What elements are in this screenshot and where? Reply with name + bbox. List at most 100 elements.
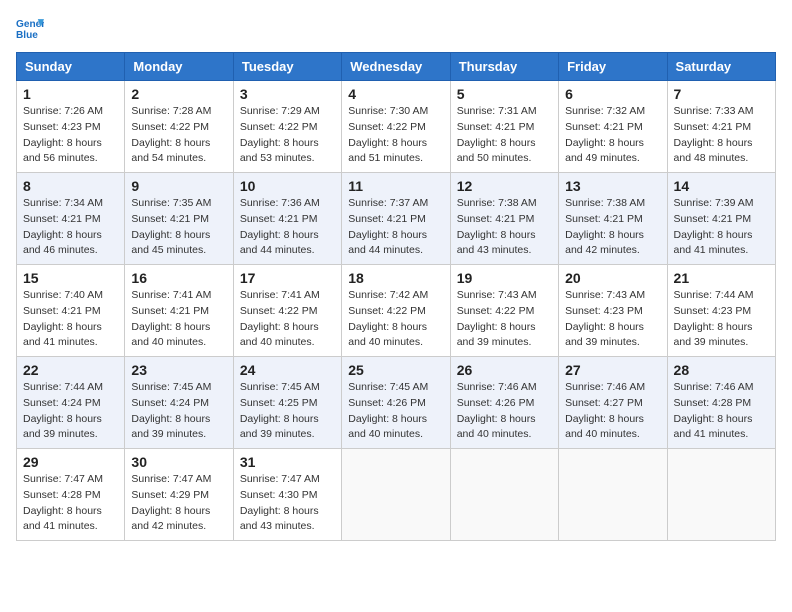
day-info: Sunrise: 7:26 AMSunset: 4:23 PMDaylight:… — [23, 104, 118, 167]
day-number: 15 — [23, 270, 118, 286]
day-info: Sunrise: 7:37 AMSunset: 4:21 PMDaylight:… — [348, 196, 443, 259]
day-info: Sunrise: 7:35 AMSunset: 4:21 PMDaylight:… — [131, 196, 226, 259]
day-number: 31 — [240, 454, 335, 470]
day-info: Sunrise: 7:43 AMSunset: 4:22 PMDaylight:… — [457, 288, 552, 351]
day-number: 12 — [457, 178, 552, 194]
day-info: Sunrise: 7:45 AMSunset: 4:26 PMDaylight:… — [348, 380, 443, 443]
day-info: Sunrise: 7:32 AMSunset: 4:21 PMDaylight:… — [565, 104, 660, 167]
week-row-2: 8 Sunrise: 7:34 AMSunset: 4:21 PMDaylight… — [17, 173, 776, 265]
day-info: Sunrise: 7:34 AMSunset: 4:21 PMDaylight:… — [23, 196, 118, 259]
day-info: Sunrise: 7:30 AMSunset: 4:22 PMDaylight:… — [348, 104, 443, 167]
calendar-cell: 6 Sunrise: 7:32 AMSunset: 4:21 PMDaylight… — [559, 81, 667, 173]
calendar-cell: 12 Sunrise: 7:38 AMSunset: 4:21 PMDayligh… — [450, 173, 558, 265]
day-number: 24 — [240, 362, 335, 378]
day-info: Sunrise: 7:44 AMSunset: 4:24 PMDaylight:… — [23, 380, 118, 443]
day-info: Sunrise: 7:41 AMSunset: 4:22 PMDaylight:… — [240, 288, 335, 351]
calendar-cell: 3 Sunrise: 7:29 AMSunset: 4:22 PMDaylight… — [233, 81, 341, 173]
day-number: 2 — [131, 86, 226, 102]
calendar-cell: 8 Sunrise: 7:34 AMSunset: 4:21 PMDaylight… — [17, 173, 125, 265]
day-number: 10 — [240, 178, 335, 194]
calendar-cell: 29 Sunrise: 7:47 AMSunset: 4:28 PMDayligh… — [17, 449, 125, 541]
day-number: 17 — [240, 270, 335, 286]
day-number: 6 — [565, 86, 660, 102]
day-number: 29 — [23, 454, 118, 470]
day-info: Sunrise: 7:47 AMSunset: 4:29 PMDaylight:… — [131, 472, 226, 535]
day-number: 25 — [348, 362, 443, 378]
column-header-saturday: Saturday — [667, 53, 775, 81]
column-header-tuesday: Tuesday — [233, 53, 341, 81]
day-info: Sunrise: 7:33 AMSunset: 4:21 PMDaylight:… — [674, 104, 769, 167]
column-header-monday: Monday — [125, 53, 233, 81]
calendar-cell — [667, 449, 775, 541]
day-number: 19 — [457, 270, 552, 286]
calendar-cell: 5 Sunrise: 7:31 AMSunset: 4:21 PMDaylight… — [450, 81, 558, 173]
calendar-cell: 13Sunrise: 7:38 AMSunset: 4:21 PMDayligh… — [559, 173, 667, 265]
day-info: Sunrise: 7:46 AMSunset: 4:26 PMDaylight:… — [457, 380, 552, 443]
day-info: Sunrise: 7:31 AMSunset: 4:21 PMDaylight:… — [457, 104, 552, 167]
day-info: Sunrise: 7:46 AMSunset: 4:28 PMDaylight:… — [674, 380, 769, 443]
day-number: 20 — [565, 270, 660, 286]
day-info: Sunrise: 7:47 AMSunset: 4:30 PMDaylight:… — [240, 472, 335, 535]
day-number: 21 — [674, 270, 769, 286]
calendar-cell — [559, 449, 667, 541]
day-number: 4 — [348, 86, 443, 102]
column-header-sunday: Sunday — [17, 53, 125, 81]
day-info: Sunrise: 7:44 AMSunset: 4:23 PMDaylight:… — [674, 288, 769, 351]
day-number: 8 — [23, 178, 118, 194]
calendar-cell: 17 Sunrise: 7:41 AMSunset: 4:22 PMDayligh… — [233, 265, 341, 357]
calendar-cell: 11 Sunrise: 7:37 AMSunset: 4:21 PMDayligh… — [342, 173, 450, 265]
day-number: 13 — [565, 178, 660, 194]
calendar-cell: 26 Sunrise: 7:46 AMSunset: 4:26 PMDayligh… — [450, 357, 558, 449]
calendar-cell: 19 Sunrise: 7:43 AMSunset: 4:22 PMDayligh… — [450, 265, 558, 357]
day-info: Sunrise: 7:46 AMSunset: 4:27 PMDaylight:… — [565, 380, 660, 443]
logo-icon: General Blue — [16, 16, 44, 44]
calendar-cell: 22 Sunrise: 7:44 AMSunset: 4:24 PMDayligh… — [17, 357, 125, 449]
calendar-cell: 1 Sunrise: 7:26 AMSunset: 4:23 PMDaylight… — [17, 81, 125, 173]
day-number: 3 — [240, 86, 335, 102]
day-number: 26 — [457, 362, 552, 378]
day-number: 11 — [348, 178, 443, 194]
calendar-cell: 27 Sunrise: 7:46 AMSunset: 4:27 PMDayligh… — [559, 357, 667, 449]
day-number: 1 — [23, 86, 118, 102]
week-row-5: 29 Sunrise: 7:47 AMSunset: 4:28 PMDayligh… — [17, 449, 776, 541]
column-header-thursday: Thursday — [450, 53, 558, 81]
day-number: 5 — [457, 86, 552, 102]
week-row-1: 1 Sunrise: 7:26 AMSunset: 4:23 PMDaylight… — [17, 81, 776, 173]
day-info: Sunrise: 7:39 AMSunset: 4:21 PMDaylight:… — [674, 196, 769, 259]
calendar-table: SundayMondayTuesdayWednesdayThursdayFrid… — [16, 52, 776, 541]
day-number: 14 — [674, 178, 769, 194]
logo: General Blue — [16, 16, 44, 44]
calendar-cell — [342, 449, 450, 541]
day-info: Sunrise: 7:38 AMSunset: 4:21 PMDaylight:… — [457, 196, 552, 259]
calendar-cell: 10Sunrise: 7:36 AMSunset: 4:21 PMDayligh… — [233, 173, 341, 265]
calendar-cell: 14 Sunrise: 7:39 AMSunset: 4:21 PMDayligh… — [667, 173, 775, 265]
svg-text:Blue: Blue — [16, 30, 38, 41]
calendar-cell: 4 Sunrise: 7:30 AMSunset: 4:22 PMDaylight… — [342, 81, 450, 173]
day-info: Sunrise: 7:40 AMSunset: 4:21 PMDaylight:… — [23, 288, 118, 351]
day-info: Sunrise: 7:41 AMSunset: 4:21 PMDaylight:… — [131, 288, 226, 351]
day-number: 16 — [131, 270, 226, 286]
day-number: 9 — [131, 178, 226, 194]
day-number: 23 — [131, 362, 226, 378]
calendar-cell: 23Sunrise: 7:45 AMSunset: 4:24 PMDayligh… — [125, 357, 233, 449]
day-number: 30 — [131, 454, 226, 470]
day-info: Sunrise: 7:43 AMSunset: 4:23 PMDaylight:… — [565, 288, 660, 351]
day-number: 18 — [348, 270, 443, 286]
calendar-cell: 25 Sunrise: 7:45 AMSunset: 4:26 PMDayligh… — [342, 357, 450, 449]
calendar-cell: 20 Sunrise: 7:43 AMSunset: 4:23 PMDayligh… — [559, 265, 667, 357]
day-info: Sunrise: 7:29 AMSunset: 4:22 PMDaylight:… — [240, 104, 335, 167]
day-info: Sunrise: 7:45 AMSunset: 4:25 PMDaylight:… — [240, 380, 335, 443]
page-header: General Blue — [16, 16, 776, 44]
day-number: 27 — [565, 362, 660, 378]
calendar-cell: 21 Sunrise: 7:44 AMSunset: 4:23 PMDayligh… — [667, 265, 775, 357]
calendar-cell: 16 Sunrise: 7:41 AMSunset: 4:21 PMDayligh… — [125, 265, 233, 357]
calendar-cell: 24 Sunrise: 7:45 AMSunset: 4:25 PMDayligh… — [233, 357, 341, 449]
calendar-cell: 7Sunrise: 7:33 AMSunset: 4:21 PMDaylight… — [667, 81, 775, 173]
day-info: Sunrise: 7:47 AMSunset: 4:28 PMDaylight:… — [23, 472, 118, 535]
calendar-cell: 2 Sunrise: 7:28 AMSunset: 4:22 PMDaylight… — [125, 81, 233, 173]
day-number: 22 — [23, 362, 118, 378]
day-info: Sunrise: 7:28 AMSunset: 4:22 PMDaylight:… — [131, 104, 226, 167]
calendar-header-row: SundayMondayTuesdayWednesdayThursdayFrid… — [17, 53, 776, 81]
calendar-cell: 18Sunrise: 7:42 AMSunset: 4:22 PMDayligh… — [342, 265, 450, 357]
calendar-cell: 15 Sunrise: 7:40 AMSunset: 4:21 PMDayligh… — [17, 265, 125, 357]
